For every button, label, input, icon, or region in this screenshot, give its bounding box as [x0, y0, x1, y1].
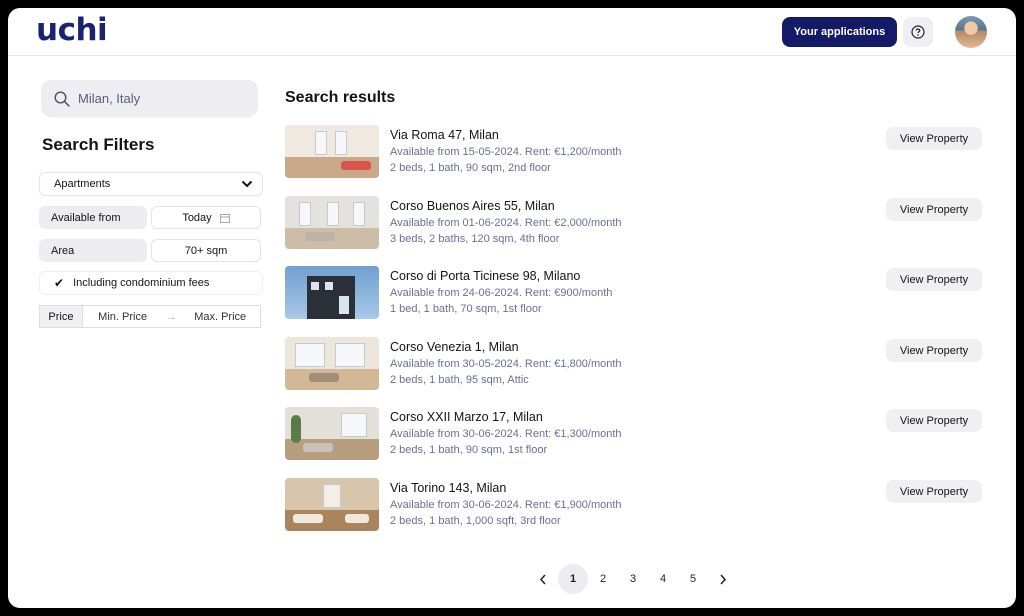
results-heading: Search results: [285, 89, 396, 106]
location-search[interactable]: Milan, Italy: [41, 80, 258, 117]
available-from-value: Today: [182, 211, 212, 224]
property-availability: Available from 24-06-2024. Rent: €900/mo…: [390, 287, 613, 299]
view-property-button[interactable]: View Property: [886, 339, 982, 362]
area-label: Area: [39, 239, 147, 262]
chevron-left-icon: [539, 574, 546, 584]
property-availability: Available from 30-06-2024. Rent: €1,300/…: [390, 428, 622, 440]
page-button-4[interactable]: 4: [648, 564, 678, 594]
property-photo[interactable]: [285, 407, 379, 460]
property-title[interactable]: Via Torino 143, Milan: [390, 481, 506, 495]
chevron-down-icon: [241, 180, 253, 188]
available-from-label: Available from: [39, 206, 147, 229]
property-photo[interactable]: [285, 266, 379, 319]
check-icon: ✔: [54, 276, 65, 290]
property-availability: Available from 30-05-2024. Rent: €1,800/…: [390, 358, 622, 370]
page-button-5[interactable]: 5: [678, 564, 708, 594]
search-input-value[interactable]: Milan, Italy: [78, 91, 140, 106]
property-title[interactable]: Corso Venezia 1, Milan: [390, 340, 519, 354]
result-item[interactable]: Corso Venezia 1, Milan Available from 30…: [285, 337, 985, 391]
property-title[interactable]: Via Roma 47, Milan: [390, 128, 499, 142]
result-item[interactable]: Corso Buenos Aires 55, Milan Available f…: [285, 196, 985, 250]
your-applications-button[interactable]: Your applications: [782, 17, 897, 47]
property-details: 2 beds, 1 bath, 90 sqm, 1st floor: [390, 444, 548, 456]
property-type-value: Apartments: [54, 178, 111, 190]
property-details: 2 beds, 1 bath, 90 sqm, 2nd floor: [390, 162, 551, 174]
result-item[interactable]: Corso XXII Marzo 17, Milan Available fro…: [285, 407, 985, 461]
property-photo[interactable]: [285, 125, 379, 178]
property-title[interactable]: Corso Buenos Aires 55, Milan: [390, 199, 555, 213]
property-availability: Available from 01-06-2024. Rent: €2,000/…: [390, 217, 622, 229]
view-property-button[interactable]: View Property: [886, 480, 982, 503]
pagination: 1 2 3 4 5: [528, 564, 738, 594]
view-property-button[interactable]: View Property: [886, 127, 982, 150]
property-photo[interactable]: [285, 478, 379, 531]
property-title[interactable]: Corso XXII Marzo 17, Milan: [390, 410, 543, 424]
area-field[interactable]: 70+ sqm: [151, 239, 261, 262]
page-button-1[interactable]: 1: [558, 564, 588, 594]
search-icon: [54, 90, 70, 107]
filters-heading: Search Filters: [42, 135, 155, 154]
next-page-button[interactable]: [708, 564, 738, 594]
property-details: 1 bed, 1 bath, 70 sqm, 1st floor: [390, 303, 542, 315]
max-price-input[interactable]: Max. Price: [180, 311, 260, 323]
result-item[interactable]: Corso di Porta Ticinese 98, Milano Avail…: [285, 266, 985, 320]
help-button[interactable]: [903, 17, 933, 47]
page-button-2[interactable]: 2: [588, 564, 618, 594]
property-details: 3 beds, 2 baths, 120 sqm, 4th floor: [390, 233, 560, 245]
price-range: Price Min. Price → Max. Price: [39, 305, 261, 328]
property-title[interactable]: Corso di Porta Ticinese 98, Milano: [390, 269, 580, 283]
view-property-button[interactable]: View Property: [886, 198, 982, 221]
question-circle-icon: [911, 25, 925, 39]
arrow-right-icon: →: [165, 310, 177, 323]
property-details: 2 beds, 1 bath, 95 sqm, Attic: [390, 374, 529, 386]
price-label: Price: [40, 306, 83, 327]
top-bar: uchi Your applications: [8, 8, 1016, 56]
chevron-right-icon: [720, 574, 727, 584]
min-price-input[interactable]: Min. Price: [83, 311, 163, 323]
condo-fees-checkbox[interactable]: ✔ Including condominium fees: [39, 271, 263, 295]
calendar-icon: [219, 213, 230, 223]
available-from-field[interactable]: Today: [151, 206, 261, 229]
uchi-logo[interactable]: uchi: [36, 12, 108, 48]
result-item[interactable]: Via Torino 143, Milan Available from 30-…: [285, 478, 985, 532]
property-availability: Available from 15-05-2024. Rent: €1,200/…: [390, 146, 622, 158]
property-photo[interactable]: [285, 337, 379, 390]
view-property-button[interactable]: View Property: [886, 268, 982, 291]
property-photo[interactable]: [285, 196, 379, 249]
property-availability: Available from 30-06-2024. Rent: €1,900/…: [390, 499, 622, 511]
condo-fees-label: Including condominium fees: [73, 277, 210, 289]
app-window: uchi Your applications Milan, Italy Sear…: [8, 8, 1016, 608]
page-button-3[interactable]: 3: [618, 564, 648, 594]
prev-page-button[interactable]: [528, 564, 558, 594]
user-avatar[interactable]: [955, 16, 987, 48]
view-property-button[interactable]: View Property: [886, 409, 982, 432]
result-item[interactable]: Via Roma 47, Milan Available from 15-05-…: [285, 125, 985, 179]
property-type-select[interactable]: Apartments: [39, 172, 263, 196]
property-details: 2 beds, 1 bath, 1,000 sqft, 3rd floor: [390, 515, 561, 527]
